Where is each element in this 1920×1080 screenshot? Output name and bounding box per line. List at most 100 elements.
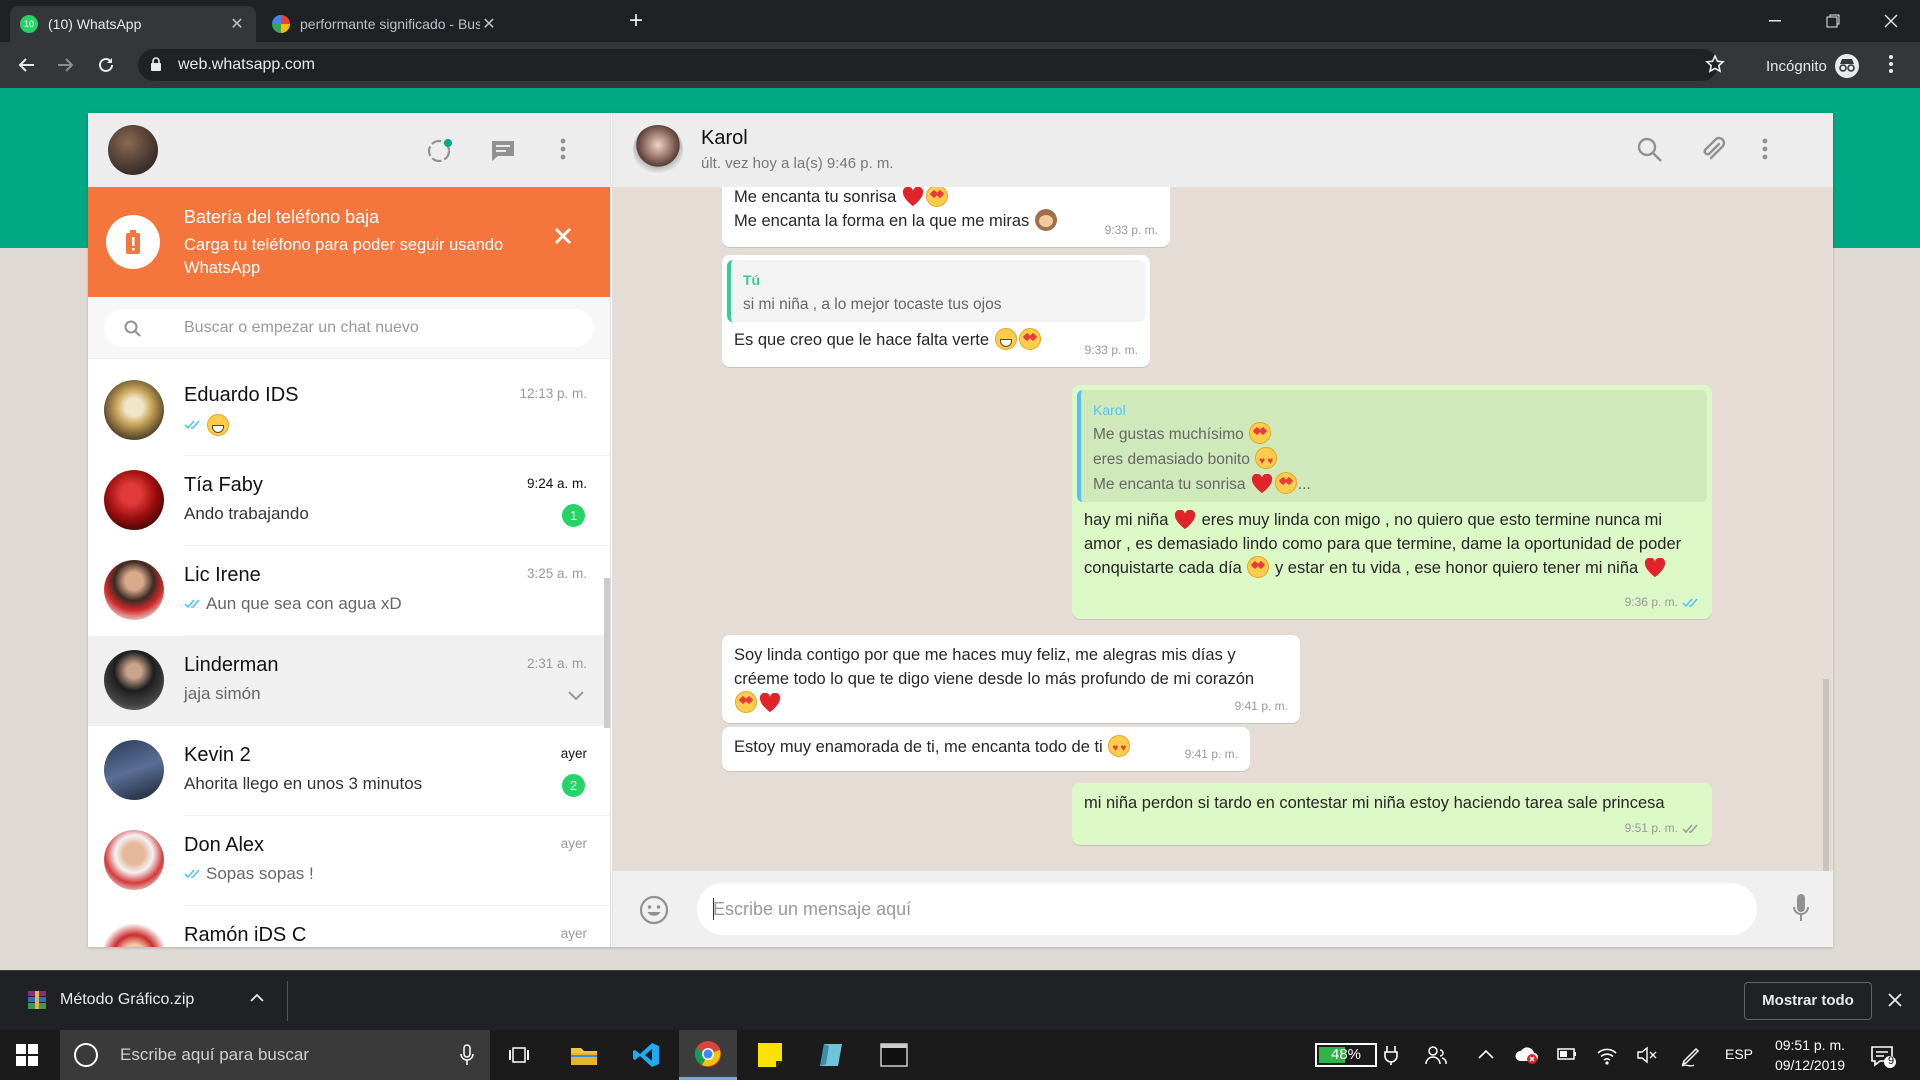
people-icon[interactable] (1425, 1045, 1447, 1065)
terminal-icon[interactable] (865, 1030, 923, 1080)
download-item[interactable]: Método Gráfico.zip (26, 989, 194, 1011)
chrome-icon[interactable] (679, 1030, 737, 1080)
browser-menu-icon[interactable] (1888, 54, 1894, 74)
message-text: Soy linda contigo por que me haces muy f… (734, 643, 1288, 715)
show-all-downloads-button[interactable]: Mostrar todo (1744, 982, 1872, 1020)
menu-icon[interactable] (560, 138, 566, 160)
unread-badge: 1 (562, 504, 585, 527)
chevron-down-icon[interactable] (567, 690, 585, 701)
close-tab-icon[interactable]: ✕ (228, 14, 246, 34)
search-bar: Buscar o empezar un chat nuevo (88, 297, 610, 359)
chat-item-eduardo-ids[interactable]: Eduardo IDS 12:13 p. m. (88, 366, 610, 456)
chat-time: ayer (560, 836, 587, 851)
chat-item-lic-irene[interactable]: Lic Irene 3:25 a. m. Aun que sea con agu… (88, 546, 610, 636)
taskbar-search-placeholder: Escribe aquí para buscar (120, 1045, 309, 1064)
new-chat-icon[interactable] (490, 138, 516, 164)
message-incoming[interactable]: Me encanta tu sonrisa Me encanta la form… (722, 187, 1170, 247)
star-struck-emoji-icon (925, 187, 948, 207)
close-window-button[interactable] (1868, 6, 1914, 36)
star-struck-emoji-icon (735, 691, 757, 713)
language-indicator[interactable]: ESP (1725, 1046, 1753, 1062)
chat-item-kevin-2[interactable]: Kevin 2 ayer Ahorita llego en unos 3 min… (88, 726, 610, 816)
bookmark-star-icon[interactable] (1705, 54, 1725, 74)
chat-item-ramon-ids-c[interactable]: Ramón iDS C ayer (88, 906, 610, 947)
app-icon[interactable] (803, 1030, 861, 1080)
contact-avatar[interactable] (633, 125, 683, 175)
address-bar[interactable]: web.whatsapp.com (138, 49, 1718, 81)
wifi-icon[interactable] (1596, 1045, 1618, 1065)
message-text-line: Me encanta la forma en la que me miras (734, 209, 1158, 233)
contact-name[interactable]: Karol (701, 127, 748, 150)
attach-icon[interactable] (1699, 135, 1727, 163)
chat-preview: Sopas sopas ! (184, 864, 314, 884)
chat-sidebar: Batería del teléfono baja Carga tu teléf… (88, 113, 611, 947)
windows-start-icon[interactable] (16, 1044, 38, 1066)
double-check-icon (1682, 824, 1698, 833)
tab-title: performante significado - Buscar (300, 16, 480, 32)
search-icon[interactable] (1637, 137, 1663, 163)
forward-button[interactable] (46, 42, 86, 88)
sticky-notes-icon[interactable] (741, 1030, 799, 1080)
volume-muted-icon[interactable] (1636, 1045, 1658, 1065)
tab-whatsapp[interactable]: 10 (10) WhatsApp ✕ (10, 6, 256, 42)
quoted-message[interactable]: Tú si mi niña , a lo mejor tocaste tus o… (727, 260, 1145, 322)
profile-avatar[interactable] (108, 125, 158, 175)
quoted-author: Karol (1093, 402, 1126, 418)
search-input[interactable]: Buscar o empezar un chat nuevo (104, 309, 594, 347)
message-time: 9:41 p. m. (1184, 747, 1238, 761)
avatar (104, 830, 164, 890)
microphone-icon[interactable] (1792, 893, 1810, 923)
message-input[interactable]: Escribe un mensaje aquí (697, 883, 1757, 935)
lock-icon[interactable] (150, 57, 162, 72)
back-button[interactable] (6, 42, 46, 88)
battery-alert-banner: Batería del teléfono baja Carga tu teléf… (88, 187, 610, 297)
task-view-icon[interactable] (490, 1030, 548, 1080)
notifications-icon[interactable]: 9 (1870, 1044, 1896, 1068)
chat-item-don-alex[interactable]: Don Alex ayer Sopas sopas ! (88, 816, 610, 906)
chevron-up-icon[interactable] (1478, 1049, 1494, 1059)
new-tab-button[interactable]: + (624, 9, 648, 33)
google-favicon-icon (272, 15, 290, 33)
message-incoming[interactable]: Estoy muy enamorada de ti, me encanta to… (722, 727, 1250, 771)
tab-google-search[interactable]: performante significado - Buscar ✕ (262, 6, 508, 42)
url-text: web.whatsapp.com (178, 56, 315, 73)
close-alert-icon[interactable] (554, 227, 572, 245)
close-download-bar-icon[interactable] (1888, 993, 1902, 1007)
pen-icon[interactable] (1680, 1045, 1704, 1067)
restore-button[interactable] (1810, 6, 1856, 36)
microphone-icon[interactable] (460, 1044, 474, 1066)
battery-indicator[interactable]: 48% (1315, 1043, 1377, 1067)
message-outgoing[interactable]: mi niña perdon si tardo en contestar mi … (1072, 783, 1712, 845)
download-bar: Método Gráfico.zip Mostrar todo (0, 970, 1920, 1030)
minimize-button[interactable] (1752, 6, 1798, 36)
emoji-icon[interactable] (639, 895, 669, 925)
avatar (104, 920, 164, 947)
status-icon[interactable] (426, 138, 454, 164)
download-file-name: Método Gráfico.zip (60, 991, 195, 1008)
vscode-icon[interactable] (617, 1030, 675, 1080)
quoted-message[interactable]: Karol Me gustas muchísimo eres demasiado… (1077, 390, 1707, 502)
menu-icon[interactable] (1762, 138, 1768, 160)
whatsapp-favicon-icon: 10 (20, 15, 38, 33)
chat-item-linderman[interactable]: Linderman 2:31 a. m. jaja simón (88, 636, 610, 726)
message-input-placeholder: Escribe un mensaje aquí (713, 899, 912, 919)
message-incoming[interactable]: Tú si mi niña , a lo mejor tocaste tus o… (722, 255, 1150, 367)
incognito-indicator[interactable]: Incógnito (1766, 54, 1859, 78)
clock[interactable]: 09:51 p. m. 09/12/2019 (1770, 1035, 1850, 1075)
reload-button[interactable] (86, 42, 126, 88)
message-scrollbar[interactable] (1823, 679, 1829, 871)
message-outgoing[interactable]: Karol Me gustas muchísimo eres demasiado… (1072, 385, 1712, 619)
message-incoming[interactable]: Soy linda contigo por que me haces muy f… (722, 635, 1300, 723)
quoted-text-line: Me encanta tu sonrisa ... (1093, 472, 1695, 497)
battery-icon[interactable] (1556, 1045, 1578, 1063)
cloud-icon[interactable] (1515, 1045, 1539, 1065)
chat-item-tia-faby[interactable]: Tía Faby 9:24 a. m. Ando trabajando 1 (88, 456, 610, 546)
taskbar-search-box[interactable]: Escribe aquí para buscar (60, 1030, 490, 1080)
close-tab-icon[interactable]: ✕ (480, 14, 498, 34)
file-explorer-icon[interactable] (555, 1030, 613, 1080)
heart-eyes-emoji-icon (1255, 447, 1278, 474)
message-time: 9:33 p. m. (1084, 343, 1138, 357)
chat-name: Ramón iDS C (184, 924, 307, 946)
sidebar-scrollbar[interactable] (604, 578, 610, 728)
chevron-up-icon[interactable] (250, 993, 264, 1002)
